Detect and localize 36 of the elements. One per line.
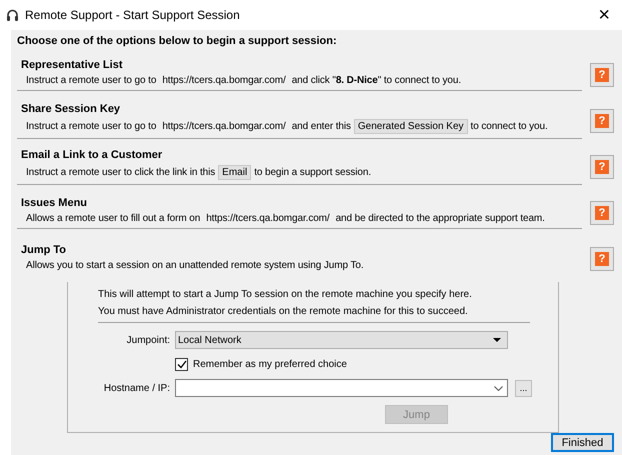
section-description: and be directed to the appropriate support team. <box>336 213 545 224</box>
jumpoint-dropdown[interactable]: Local Network <box>175 331 508 349</box>
section-description: Allows you to start a session on an unattended remote system using Jump To. <box>26 260 364 270</box>
section-title: Jump To <box>21 244 68 256</box>
url-text: https://tcers.qa.bomgar.com/ <box>162 121 286 132</box>
info-text: You must have Administrator credentials on the remote machine for this to succeed. <box>98 305 469 319</box>
close-button[interactable]: × <box>594 4 614 26</box>
checkbox-label: Remember as my preferred choice <box>193 358 347 370</box>
field-label: Jumpoint: <box>126 334 170 346</box>
hostname-field[interactable] <box>175 379 508 397</box>
section-title: Representative List <box>21 59 124 71</box>
section-description: and click "8. D-Nice" to connect to you. <box>292 75 462 86</box>
section-description: to begin a support session. <box>254 167 372 178</box>
headset-icon <box>6 8 19 22</box>
info-text: This will attempt to start a Jump To session on the remote machine you specify here. <box>98 288 473 302</box>
section-title: Issues Menu <box>21 197 88 209</box>
section-description: Instruct a remote user to go to <box>26 75 156 86</box>
inline-button[interactable]: Generated Session Key <box>354 119 468 134</box>
section-description: Instruct a remote user to go to <box>26 121 156 132</box>
section-description: Instruct a remote user to click the link in this <box>26 167 216 178</box>
section-description: to connect to you. <box>470 121 548 132</box>
inline-button[interactable]: Email <box>218 165 252 180</box>
section-title: Email a Link to a Customer <box>21 149 164 161</box>
finished-button[interactable]: Finished <box>551 433 614 452</box>
url-text: https://tcers.qa.bomgar.com/ <box>206 213 330 224</box>
browse-button[interactable]: ... <box>515 380 532 396</box>
remember-checkbox[interactable] <box>175 358 188 370</box>
url-text: https://tcers.qa.bomgar.com/ <box>162 75 286 86</box>
section-title: Share Session Key <box>21 103 122 115</box>
instructions-heading: Choose one of the options below to begin a support session: <box>17 35 338 47</box>
section-description: Allows a remote user to fill out a form on <box>26 213 200 224</box>
chevron-down-icon <box>494 386 503 390</box>
section-description: and enter this <box>292 121 351 132</box>
dropdown-arrow-icon <box>493 338 501 342</box>
window-title: Remote Support - Start Support Session <box>25 8 241 22</box>
field-label: Hostname / IP: <box>102 382 170 394</box>
